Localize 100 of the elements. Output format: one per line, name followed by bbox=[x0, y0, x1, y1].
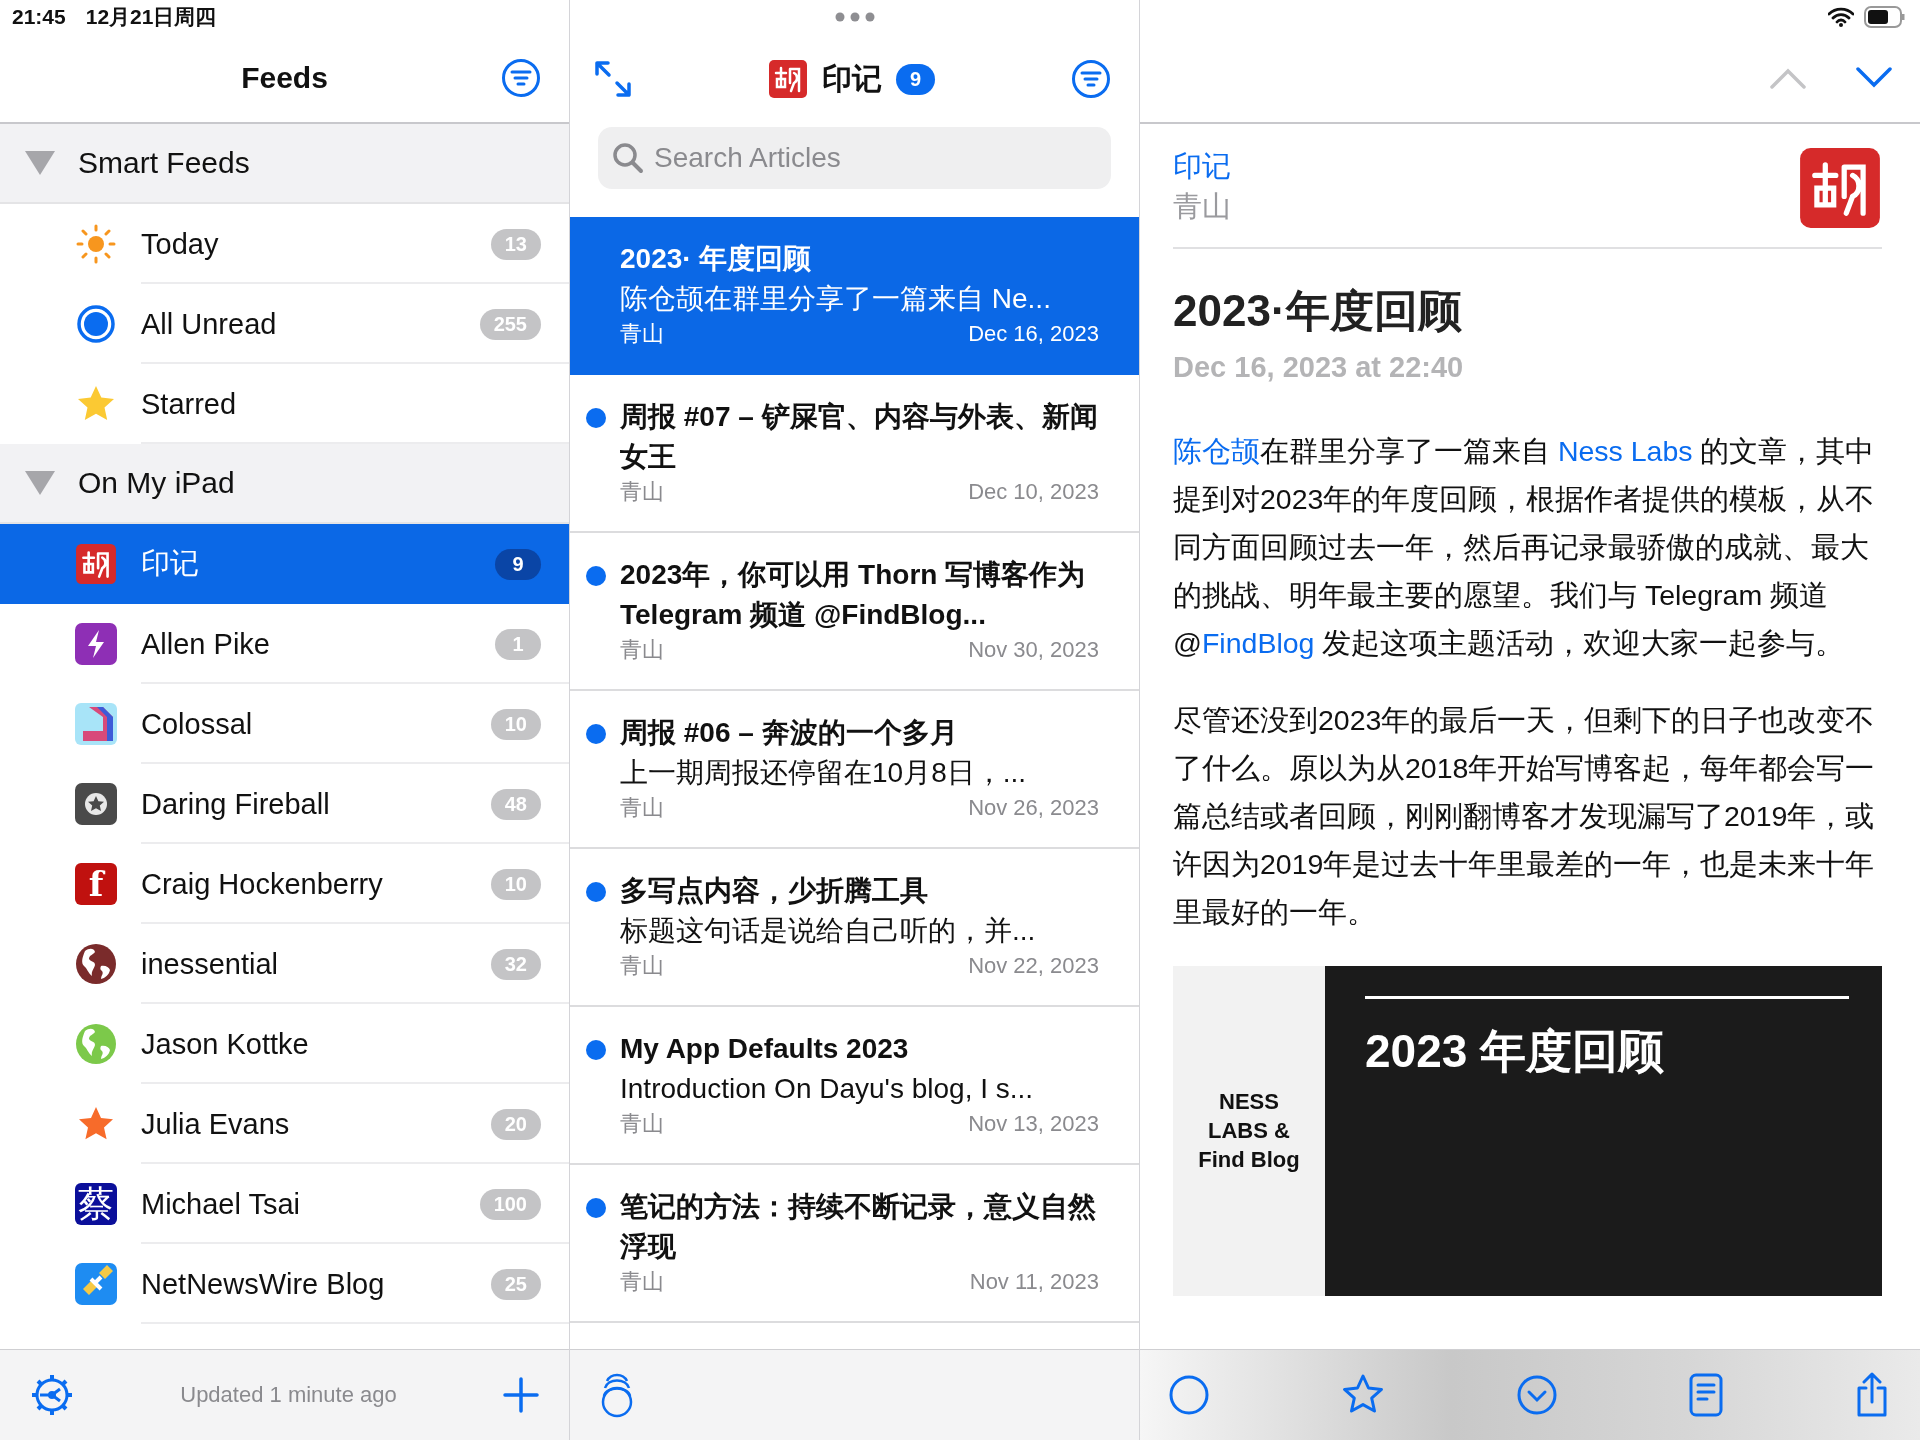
feed-link[interactable]: 印记 bbox=[1173, 146, 1231, 186]
unread-count: 9 bbox=[895, 63, 936, 95]
article-author: 青山 bbox=[620, 1110, 664, 1138]
article-item[interactable]: 2023年，你可以用 Thorn 写博客作为 Telegram 频道 @FindBlog... 青山 Nov 30, 2023 bbox=[570, 533, 1139, 691]
multitasking-dots-icon[interactable] bbox=[834, 12, 875, 22]
update-status: Updated 1 minute ago bbox=[179, 1382, 398, 1408]
feed-row[interactable]: Allen Pike 1 bbox=[0, 604, 569, 684]
status-time: 21:45 bbox=[12, 5, 66, 29]
unread-count: 255 bbox=[479, 308, 541, 340]
article-date: Nov 22, 2023 bbox=[968, 952, 1099, 980]
add-icon[interactable] bbox=[503, 1377, 539, 1413]
article-date: Nov 11, 2023 bbox=[969, 1268, 1099, 1296]
chevron-down-icon[interactable] bbox=[1856, 67, 1892, 89]
feed-logo: f bbox=[75, 863, 117, 905]
feed-row[interactable]: inessential 32 bbox=[0, 924, 569, 1004]
seal-icon bbox=[75, 543, 117, 585]
expand-icon[interactable] bbox=[594, 60, 632, 98]
unread-count: 25 bbox=[490, 1268, 541, 1300]
satellite-icon bbox=[75, 1263, 117, 1305]
search-icon bbox=[612, 142, 644, 174]
article-title: My App Defaults 2023 bbox=[620, 1032, 910, 1066]
seal-icon bbox=[767, 59, 808, 99]
article-date: Nov 13, 2023 bbox=[968, 1110, 1099, 1138]
article-author: 青山 bbox=[620, 952, 664, 980]
unread-count: 100 bbox=[479, 1188, 541, 1220]
article-date: Nov 30, 2023 bbox=[968, 636, 1099, 664]
feed-row[interactable]: Starred bbox=[0, 364, 569, 444]
inline-link[interactable]: 陈仓颉 bbox=[1173, 435, 1260, 467]
feed-row[interactable]: Julia Evans 20 bbox=[0, 1084, 569, 1164]
inline-link[interactable]: FindBlog bbox=[1201, 627, 1315, 659]
sidebar-title: Feeds bbox=[240, 61, 329, 95]
article-item[interactable]: 周报 #06 – 奔波的一个多月 上一期周报还停留在10月8日，... 青山 Nov 26, 2023 bbox=[570, 691, 1139, 849]
unread-count: 32 bbox=[490, 948, 541, 980]
article-title: 2023· 年度回顾 bbox=[620, 242, 813, 276]
unread-count: 13 bbox=[490, 228, 541, 260]
unread-count: 20 bbox=[490, 1108, 541, 1140]
article-item[interactable]: 多写点内容，少折腾工具 标题这句话是说给自己听的，并... 青山 Nov 22, 2023 bbox=[570, 849, 1139, 1007]
feed-row[interactable]: All Unread 255 bbox=[0, 284, 569, 364]
feed-row[interactable]: NetNewsWire Blog 25 bbox=[0, 1244, 569, 1324]
article-paragraph: 尽管还没到2023年的最后一天，但剩下的日子也改变不了什么。原以为从2018年开始写博客起，每年都会写一篇总结或者回顾，刚刚翻博客才发现漏写了2019年，或许因为2019年是过去十年里最差的一年，也是未来十年里最好的一年。 bbox=[1173, 702, 1876, 930]
article-date: Dec 10, 2023 bbox=[968, 478, 1099, 506]
article-item[interactable]: 2023· 年度回顾 陈仓颉在群里分享了一篇来自 Ne... 青山 Dec 16, 2023 bbox=[570, 217, 1139, 375]
document-icon[interactable] bbox=[1689, 1373, 1723, 1417]
article-heading: 2023·年度回顾 bbox=[1173, 285, 1463, 337]
filter-icon[interactable] bbox=[1071, 59, 1111, 99]
wifi-icon bbox=[1828, 7, 1854, 27]
article-title: 周报 #07 – 铲屎官、内容与外表、新闻女王 bbox=[620, 400, 1099, 474]
article-author: 青山 bbox=[620, 1268, 664, 1296]
settings-icon[interactable] bbox=[30, 1373, 74, 1417]
unread-count: 10 bbox=[490, 868, 541, 900]
article-date: Dec 16, 2023 bbox=[968, 320, 1099, 348]
chevron-circle-icon[interactable] bbox=[1516, 1374, 1558, 1416]
feed-row[interactable]: 印记 9 bbox=[0, 524, 569, 604]
feed-logo: 蔡 bbox=[75, 1183, 117, 1225]
article-datetime: Dec 16, 2023 at 22:40 bbox=[1173, 350, 1465, 385]
article-summary: 陈仓颉在群里分享了一篇来自 Ne... bbox=[620, 282, 1052, 316]
refresh-circles-icon[interactable] bbox=[600, 1372, 634, 1418]
article-paragraph: 陈仓颉在群里分享了一篇来自 Ness Labs 的文章，其中提到对2023年的年度回顾，根据作者提供的模板，从不同方面回顾过去一年，然后再记录最骄傲的成就、最大的挑战、明年最主要的愿望。我们与 Telegram 频道 @FindBlog 发起这项主题活动，欢迎大家一起参与。 bbox=[1173, 434, 1876, 661]
unread-count: 1 bbox=[495, 628, 541, 660]
feed-row[interactable]: Daring Fireball 48 bbox=[0, 764, 569, 844]
unread-count: 48 bbox=[490, 788, 541, 820]
article-author: 青山 bbox=[620, 794, 664, 822]
star-badge-icon bbox=[75, 783, 117, 825]
article-author: 青山 bbox=[1173, 189, 1231, 224]
article-title: 周报 #06 – 奔波的一个多月 bbox=[620, 716, 959, 750]
article-author: 青山 bbox=[620, 636, 664, 664]
colossal-logo-icon bbox=[75, 703, 117, 745]
bolt-icon bbox=[75, 623, 117, 665]
article-item[interactable]: 笔记的方法：持续不断记录，意义自然浮现 青山 Nov 11, 2023 bbox=[570, 1165, 1139, 1323]
unread-circle-icon bbox=[75, 303, 117, 345]
globe-icon bbox=[75, 943, 117, 985]
article-summary: 标题这句话是说给自己听的，并... bbox=[620, 914, 1037, 948]
feed-row[interactable]: f Craig Hockenberry 10 bbox=[0, 844, 569, 924]
seal-icon bbox=[1798, 146, 1882, 230]
section-header[interactable]: Smart Feeds bbox=[0, 124, 569, 204]
article-title: 多写点内容，少折腾工具 bbox=[620, 874, 929, 908]
filter-icon[interactable] bbox=[501, 58, 541, 98]
feed-row[interactable]: Today 13 bbox=[0, 204, 569, 284]
image-title: 2023 年度回顾 bbox=[1365, 1023, 1666, 1079]
sun-icon bbox=[75, 223, 117, 265]
feed-row[interactable]: Jason Kottke bbox=[0, 1004, 569, 1084]
section-header[interactable]: On My iPad bbox=[0, 444, 569, 524]
article-item[interactable]: 周报 #07 – 铲屎官、内容与外表、新闻女王 青山 Dec 10, 2023 bbox=[570, 375, 1139, 533]
article-author: 青山 bbox=[620, 320, 664, 348]
disclosure-triangle-icon[interactable] bbox=[24, 470, 56, 496]
unread-count: 10 bbox=[490, 708, 541, 740]
feed-row[interactable]: 蔡 Michael Tsai 100 bbox=[0, 1164, 569, 1244]
article-date: Nov 26, 2023 bbox=[968, 794, 1099, 822]
article-author: 青山 bbox=[620, 478, 664, 506]
image-side-text: NESS LABS & Find Blog bbox=[1197, 1088, 1301, 1174]
article-item[interactable]: My App Defaults 2023 Introduction On Dayu's blog, I s... 青山 Nov 13, 2023 bbox=[570, 1007, 1139, 1165]
inline-link[interactable]: Ness Labs bbox=[1557, 435, 1693, 467]
article-title: 笔记的方法：持续不断记录，意义自然浮现 bbox=[620, 1190, 1097, 1264]
feed-title: 印记 bbox=[821, 60, 882, 97]
unread-count: 9 bbox=[495, 548, 541, 580]
globe-icon bbox=[75, 1023, 117, 1065]
feed-row[interactable]: Colossal 10 bbox=[0, 684, 569, 764]
mark-read-circle-icon[interactable] bbox=[1168, 1374, 1210, 1416]
search-field[interactable]: Search Articles bbox=[598, 127, 1111, 189]
disclosure-triangle-icon[interactable] bbox=[24, 150, 56, 176]
